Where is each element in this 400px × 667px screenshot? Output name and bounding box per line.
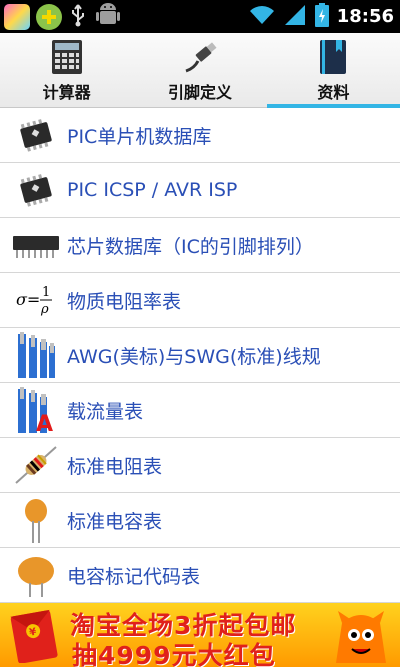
- svg-text:1: 1: [42, 285, 50, 300]
- list-item-ampacity[interactable]: A 载流量表: [0, 383, 400, 438]
- dip-chip-icon: [10, 219, 62, 271]
- list-item-chip-database[interactable]: 芯片数据库（IC的引脚排列）: [0, 218, 400, 273]
- android-debug-icon: [94, 1, 122, 33]
- mascot-icon: [326, 605, 396, 667]
- tab-label: 资料: [317, 83, 350, 102]
- app-notification-icon[interactable]: [4, 3, 30, 30]
- signal-icon: [283, 4, 307, 30]
- resistivity-formula-icon: σ= 1 ρ: [10, 274, 62, 326]
- resource-list: PIC单片机数据库 PIC ICSP / AVR ISP 芯片数据库（IC的引脚…: [0, 108, 400, 603]
- battery-icon: [314, 2, 329, 31]
- tab-bar: 计算器 引脚定义 资料: [0, 33, 400, 108]
- resistor-icon: [10, 439, 62, 491]
- tab-label: 计算器: [42, 83, 91, 102]
- list-item-resistivity[interactable]: σ= 1 ρ 物质电阻率表: [0, 273, 400, 328]
- list-item-capacitor-code[interactable]: 电容标记代码表: [0, 548, 400, 603]
- list-item-label: PIC ICSP / AVR ISP: [67, 179, 238, 201]
- list-item-label: 标准电阻表: [67, 455, 163, 478]
- tab-label: 引脚定义: [167, 83, 232, 102]
- list-item-label: 电容标记代码表: [67, 565, 201, 588]
- svg-text:A: A: [36, 412, 53, 435]
- tab-calculator[interactable]: 计算器: [0, 33, 133, 107]
- tab-pin-definitions[interactable]: 引脚定义: [133, 33, 266, 107]
- book-icon: [315, 39, 351, 75]
- list-item-icsp-isp[interactable]: PIC ICSP / AVR ISP: [0, 163, 400, 218]
- list-item-label: 物质电阻率表: [67, 290, 182, 313]
- list-item-label: 芯片数据库（IC的引脚排列）: [67, 235, 314, 258]
- wire-gauge-icon: [10, 329, 62, 381]
- list-item-wire-gauge[interactable]: AWG(美标)与SWG(标准)线规: [0, 328, 400, 383]
- svg-text:σ=: σ=: [16, 290, 40, 309]
- banner-subline: 抽4999元大红包: [72, 641, 276, 667]
- microchip-ic-icon: [10, 109, 62, 161]
- usb-icon: [68, 3, 88, 31]
- red-envelope-icon: ¥: [6, 609, 62, 667]
- list-item-label: AWG(美标)与SWG(标准)线规: [67, 345, 321, 368]
- list-item-resistor-table[interactable]: 标准电阻表: [0, 438, 400, 493]
- calculator-icon: [49, 39, 85, 75]
- list-item-label: 载流量表: [67, 400, 144, 423]
- wifi-icon: [249, 4, 275, 30]
- usb-connector-icon: [182, 39, 218, 75]
- list-item-capacitor-table[interactable]: 标准电容表: [0, 493, 400, 548]
- svg-text:ρ: ρ: [40, 302, 49, 317]
- list-item-pic-database[interactable]: PIC单片机数据库: [0, 108, 400, 163]
- microchip-ic-icon: [10, 164, 62, 216]
- capacitor-icon: [10, 494, 62, 546]
- ampacity-wire-icon: A: [10, 384, 62, 436]
- ad-banner[interactable]: ¥ 淘宝全场3折起包邮 抽4999元大红包: [0, 603, 400, 667]
- clock: 18:56: [336, 6, 394, 27]
- list-item-label: PIC单片机数据库: [67, 125, 212, 148]
- list-item-label: 标准电容表: [67, 510, 163, 533]
- capacitor-code-icon: [10, 549, 62, 601]
- status-bar: 18:56: [0, 0, 400, 33]
- add-app-icon[interactable]: [36, 3, 62, 30]
- tab-resources[interactable]: 资料: [266, 33, 400, 108]
